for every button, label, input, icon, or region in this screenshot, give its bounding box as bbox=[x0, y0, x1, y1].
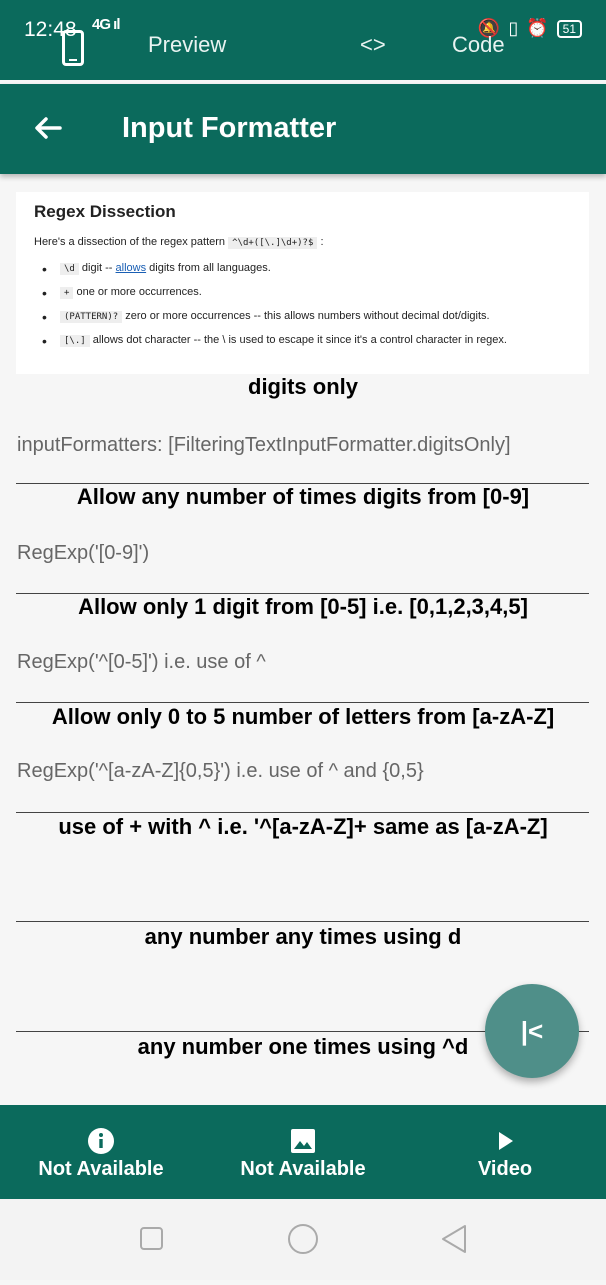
nav-label: Video bbox=[477, 1158, 533, 1180]
play-icon bbox=[491, 1127, 519, 1155]
nav-item-image[interactable]: Not Available bbox=[202, 1105, 404, 1199]
bullet-text: zero or more occurrences -- this allows … bbox=[122, 310, 490, 322]
system-navigation-bar bbox=[0, 1199, 606, 1280]
recent-apps-icon bbox=[140, 1227, 163, 1250]
bullet-link[interactable]: allows bbox=[116, 262, 147, 274]
bullet-code: [\.] bbox=[60, 335, 90, 347]
battery-icon: 51 bbox=[556, 19, 582, 38]
vibrate-icon: ▯ bbox=[508, 18, 519, 38]
doc-intro-code: ^\d+([\.]\d+)?$ bbox=[228, 237, 318, 249]
phone-icon[interactable] bbox=[62, 30, 84, 66]
section-title: Allow only 1 digit from [0-5] i.e. [0,1,… bbox=[78, 594, 528, 619]
doc-bullet-list: \d digit -- allows digits from all langu… bbox=[34, 261, 571, 349]
bullet-code: (PATTERN)? bbox=[60, 311, 123, 323]
section-title: any number any times using d bbox=[144, 924, 462, 949]
input-underline[interactable] bbox=[16, 921, 589, 922]
section-title: use of + with ^ i.e. '^[a-zA-Z]+ same as… bbox=[58, 814, 548, 839]
regex-dissection-image: Regex Dissection Here's a dissection of … bbox=[16, 192, 589, 374]
input-underline[interactable] bbox=[16, 812, 589, 813]
back-icon bbox=[442, 1225, 466, 1253]
first-page-icon: |< bbox=[520, 1015, 544, 1046]
bottom-navigation: Not Available Not Available Video bbox=[0, 1105, 606, 1199]
image-icon bbox=[289, 1127, 317, 1155]
back-arrow-icon[interactable] bbox=[30, 110, 66, 146]
doc-bullet: (PATTERN)? zero or more occurrences -- t… bbox=[34, 309, 571, 325]
section-example: RegExp('^[a-zA-Z]{0,5}') i.e. use of ^ a… bbox=[17, 760, 424, 782]
code-icon[interactable]: <> bbox=[360, 32, 386, 58]
bullet-text-end: digits from all languages. bbox=[146, 262, 271, 274]
nav-item-video[interactable]: Video bbox=[404, 1105, 606, 1199]
scroll-to-top-button[interactable]: |< bbox=[485, 984, 579, 1078]
section-example: RegExp('^[0-5]') i.e. use of ^ bbox=[17, 651, 266, 673]
tab-preview[interactable]: Preview bbox=[148, 32, 226, 58]
info-icon bbox=[87, 1127, 115, 1155]
network-indicator: 4G ıl bbox=[92, 16, 121, 33]
doc-bullet: [\.] allows dot character -- the \ is us… bbox=[34, 333, 571, 349]
app-bar: Input Formatter bbox=[0, 84, 606, 174]
alarm-icon: ⏰ bbox=[526, 18, 549, 38]
doc-intro-text: Here's a dissection of the regex pattern bbox=[34, 236, 226, 248]
section-example: RegExp('[0-9]') bbox=[17, 542, 150, 564]
section-example: inputFormatters: [FilteringTextInputForm… bbox=[17, 434, 511, 456]
network-label: 4G bbox=[92, 16, 111, 33]
section-title: Allow any number of times digits from [0… bbox=[76, 484, 530, 509]
bullet-code: + bbox=[60, 287, 74, 299]
bullet-text: allows dot character -- the \ is used to… bbox=[89, 334, 507, 346]
section-title: Allow only 0 to 5 number of letters from… bbox=[51, 704, 555, 729]
bullet-code: \d bbox=[60, 263, 79, 275]
section-title: digits only bbox=[248, 374, 358, 399]
input-underline[interactable] bbox=[16, 702, 589, 703]
doc-intro: Here's a dissection of the regex pattern… bbox=[34, 236, 324, 249]
tab-code[interactable]: Code bbox=[452, 32, 505, 58]
top-tab-bar: 12:48 4G ıl 🔕 ▯ ⏰ 51 Preview <> Code bbox=[0, 0, 606, 80]
nav-item-info[interactable]: Not Available bbox=[0, 1105, 202, 1199]
doc-bullet: + one or more occurrences. bbox=[34, 285, 571, 301]
doc-title: Regex Dissection bbox=[34, 202, 176, 221]
home-icon bbox=[288, 1224, 318, 1254]
status-bar: 12:48 4G ıl 🔕 ▯ ⏰ 51 bbox=[0, 0, 606, 44]
page-title: Input Formatter bbox=[122, 112, 337, 144]
doc-bullet: \d digit -- allows digits from all langu… bbox=[34, 261, 571, 277]
main-content[interactable]: Regex Dissection Here's a dissection of … bbox=[0, 174, 606, 1104]
bullet-text: digit -- bbox=[78, 262, 116, 274]
nav-label: Not Available bbox=[240, 1158, 366, 1180]
bullet-text: one or more occurrences. bbox=[73, 286, 202, 298]
nav-label: Not Available bbox=[38, 1158, 164, 1180]
